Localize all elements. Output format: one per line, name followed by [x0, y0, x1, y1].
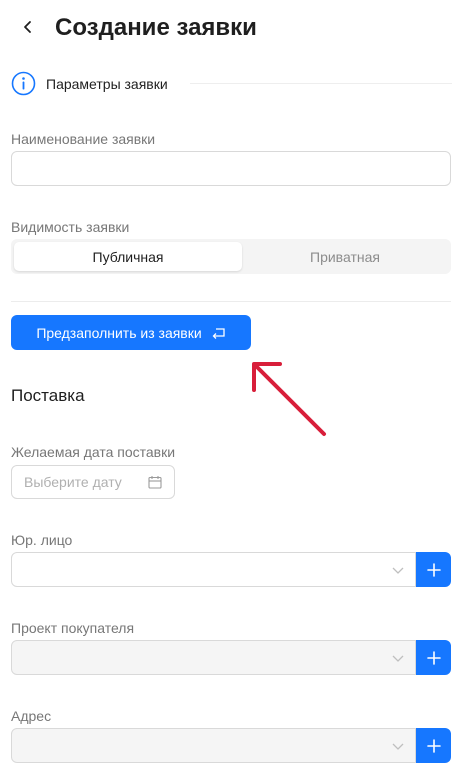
legal-entity-label: Юр. лицо	[11, 532, 73, 548]
add-address-button[interactable]	[416, 728, 451, 763]
info-icon	[11, 71, 36, 96]
plus-icon	[426, 562, 441, 577]
delivery-date-picker[interactable]: Выберите дату	[11, 465, 175, 499]
section-divider	[190, 83, 452, 84]
visibility-label: Видимость заявки	[11, 219, 130, 235]
buyer-project-label: Проект покупателя	[11, 620, 135, 636]
plus-icon	[426, 650, 441, 665]
legal-entity-select[interactable]	[11, 552, 416, 587]
add-legal-entity-button[interactable]	[416, 552, 451, 587]
visibility-option-public[interactable]: Публичная	[14, 242, 242, 271]
request-name-input[interactable]	[11, 151, 451, 186]
address-select[interactable]	[11, 728, 416, 763]
chevron-left-icon	[24, 21, 31, 33]
chevron-down-icon	[392, 567, 404, 574]
visibility-option-private[interactable]: Приватная	[242, 242, 448, 271]
delivery-date-label: Желаемая дата поставки	[11, 444, 176, 460]
section-title: Параметры заявки	[46, 76, 168, 92]
return-arrow-icon	[212, 327, 225, 339]
prefill-from-request-button[interactable]: Предзаполнить из заявки	[11, 315, 251, 350]
annotation-arrow-icon	[252, 362, 326, 436]
divider	[11, 301, 451, 302]
visibility-segmented-control: Публичная Приватная	[11, 239, 451, 274]
add-buyer-project-button[interactable]	[416, 640, 451, 675]
plus-icon	[426, 738, 441, 753]
calendar-icon	[148, 476, 162, 489]
delivery-heading: Поставка	[11, 386, 85, 405]
date-placeholder: Выберите дату	[24, 474, 122, 490]
buyer-project-select[interactable]	[11, 640, 416, 675]
back-button[interactable]	[14, 13, 42, 41]
chevron-down-icon	[392, 743, 404, 750]
address-label: Адрес	[11, 708, 52, 724]
prefill-button-label: Предзаполнить из заявки	[36, 324, 202, 341]
page-title: Создание заявки	[55, 14, 257, 41]
chevron-down-icon	[392, 655, 404, 662]
request-name-label: Наименование заявки	[11, 131, 156, 147]
